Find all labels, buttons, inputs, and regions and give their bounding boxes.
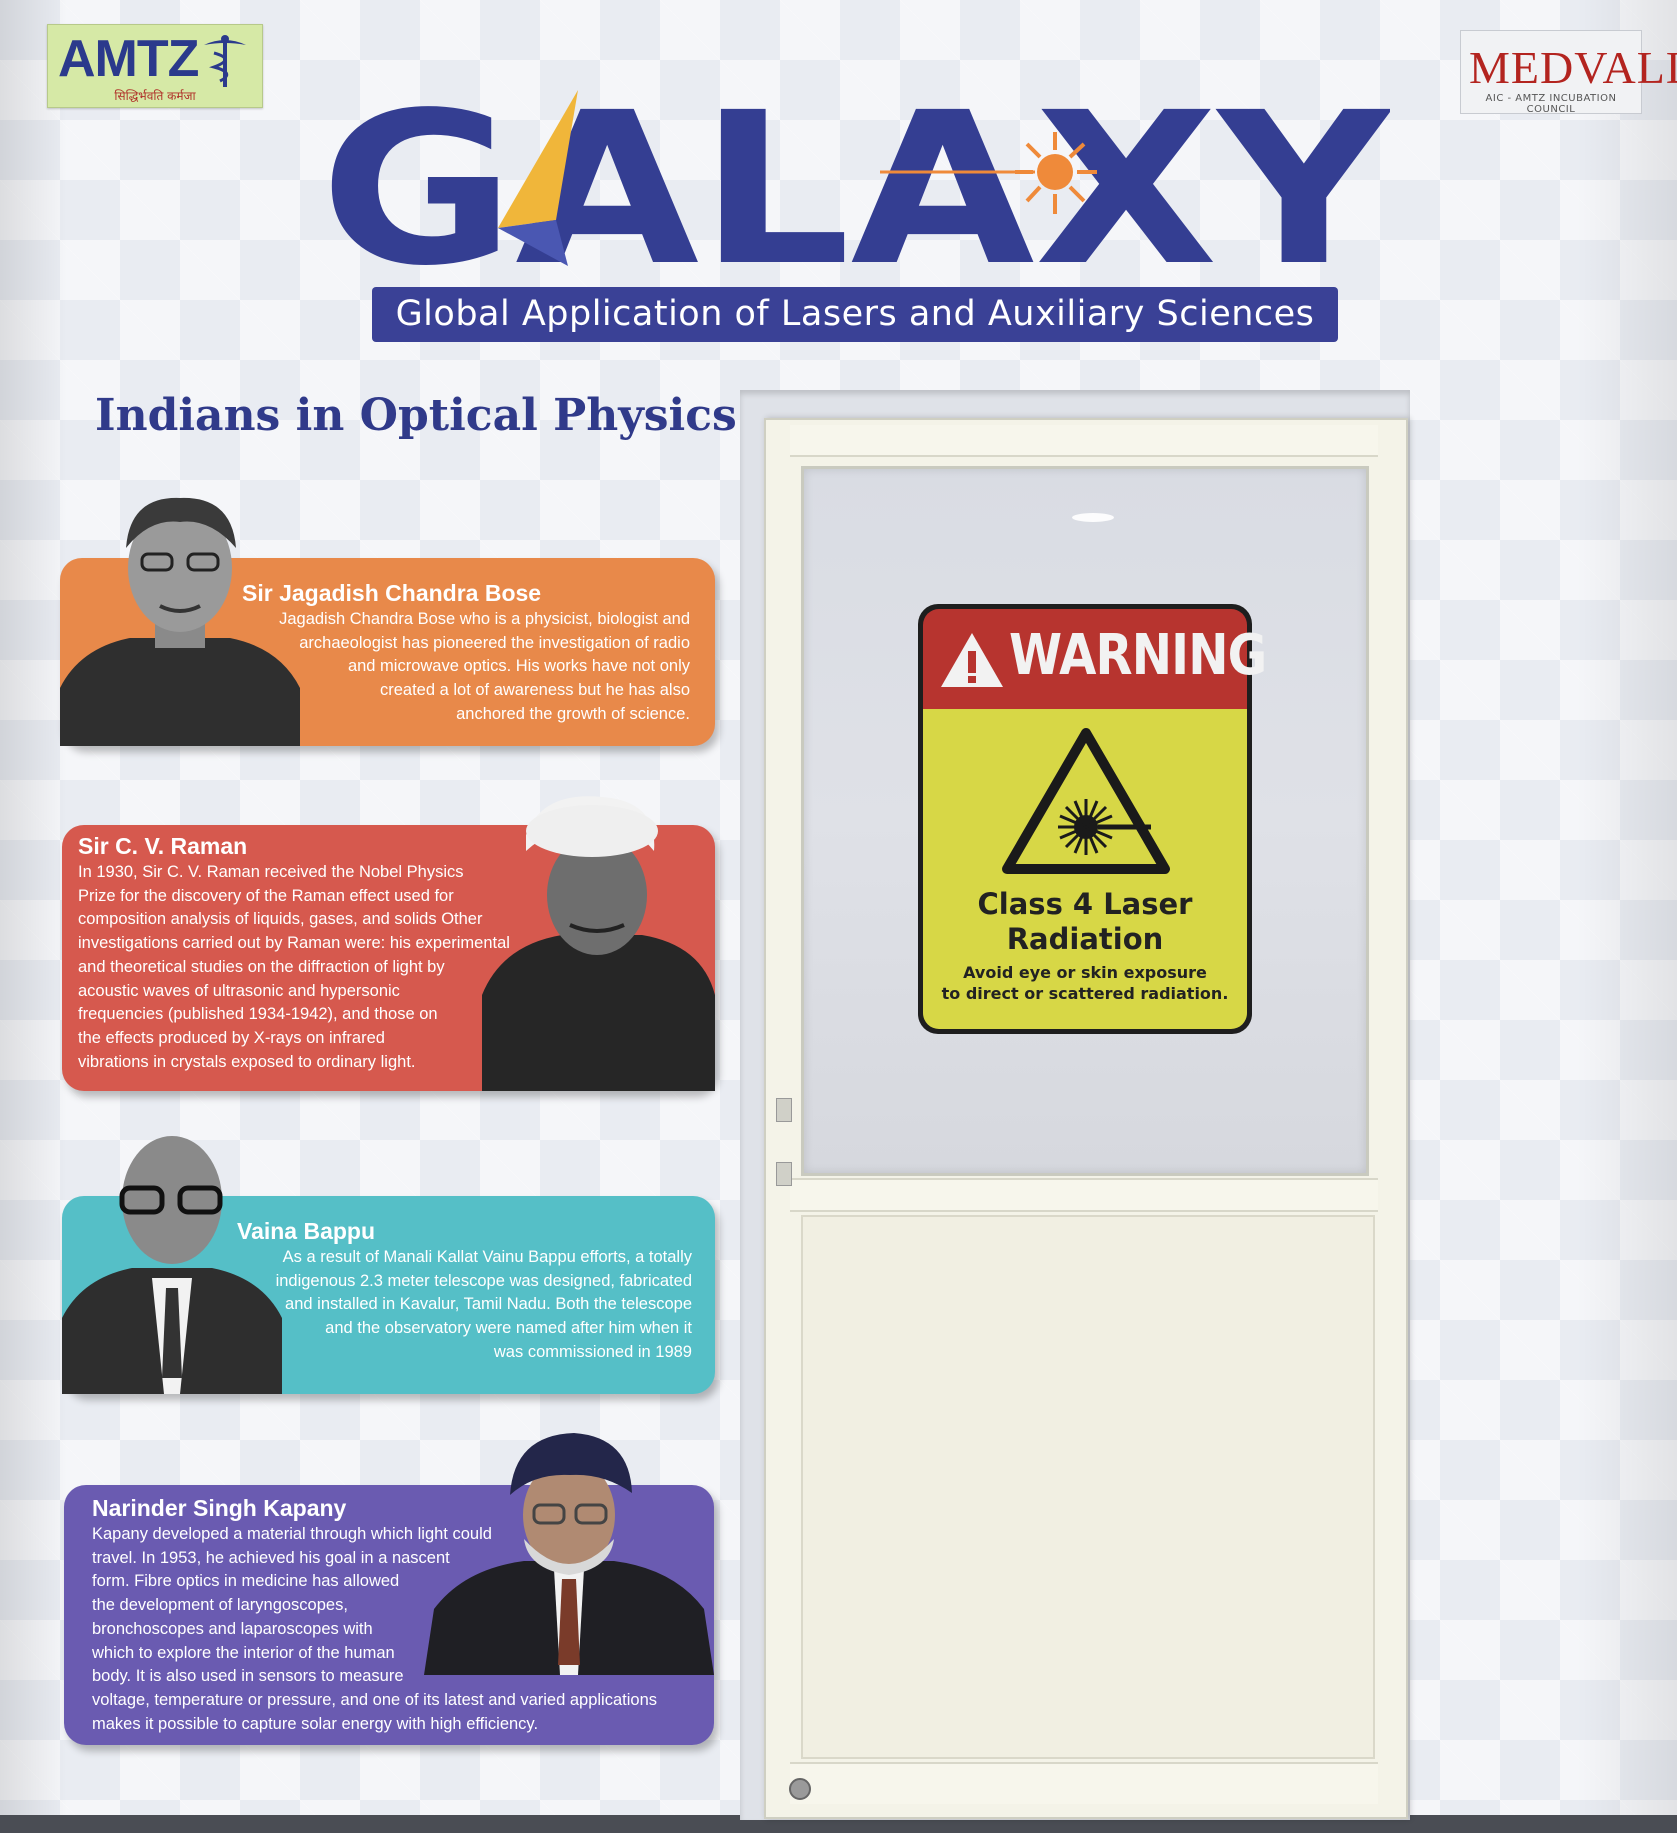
text-line: acoustic waves of ultrasonic and hyperso… xyxy=(78,981,400,1000)
light-reflection xyxy=(1072,513,1114,522)
panel-raman-text: In 1930, Sir C. V. Raman received the No… xyxy=(78,861,518,1074)
panel-bose: Sir Jagadish Chandra Bose Jagadish Chand… xyxy=(60,497,715,746)
text-line: archaeologist has pioneered the investig… xyxy=(299,633,690,652)
text-line: was commissioned in 1989 xyxy=(493,1342,692,1361)
door-lower-panel xyxy=(801,1215,1375,1759)
text-line: Class 4 Laser xyxy=(977,887,1193,921)
panel-raman: Sir C. V. Raman In 1930, Sir C. V. Raman… xyxy=(62,796,715,1091)
warning-header: WARNING xyxy=(923,609,1267,709)
text-line: indigenous 2.3 meter telescope was desig… xyxy=(275,1271,692,1290)
laser-warning-sign: WARNING Class 4 Laser Radiation Avoid ey… xyxy=(918,604,1267,1034)
amtz-logo-name: AMTZ xyxy=(58,30,199,88)
text-line: and microwave optics. His works have not… xyxy=(347,657,690,676)
panel-kapany: Narinder Singh Kapany Kapany developed a… xyxy=(64,1433,714,1745)
galaxy-subtitle: Global Application of Lasers and Auxilia… xyxy=(372,287,1338,342)
door-middle-rail xyxy=(790,1178,1378,1212)
text-line: Avoid eye or skin exposure xyxy=(963,963,1207,982)
text-line: frequencies (published 1934-1942), and t… xyxy=(78,1005,438,1024)
text-line: composition analysis of liquids, gases, … xyxy=(78,910,483,929)
door-top-rail xyxy=(790,425,1378,457)
warning-body: Class 4 Laser Radiation Avoid eye or ski… xyxy=(923,709,1247,1029)
alert-triangle-icon xyxy=(941,633,1003,687)
medvalley-logo-name: MEDVALLEY xyxy=(1469,42,1677,93)
text-line: and theoretical studies on the diffracti… xyxy=(78,957,445,976)
panel-bappu: Vaina Bappu As a result of Manali Kallat… xyxy=(62,1136,715,1394)
medvalley-logo: MEDVALLEY AIC - AMTZ INCUBATION COUNCIL xyxy=(1460,30,1677,115)
text-line: Prize for the discovery of the Raman eff… xyxy=(78,886,454,905)
text-line: to direct or scattered radiation. xyxy=(941,984,1229,1003)
text-line: anchored the growth of science. xyxy=(456,704,690,723)
text-line: In 1930, Sir C. V. Raman received the No… xyxy=(78,863,464,881)
warning-word: WARNING xyxy=(1009,623,1267,688)
panel-bappu-name: Vaina Bappu xyxy=(237,1218,376,1244)
laser-hazard-icon xyxy=(1002,728,1170,874)
laser-class-text: Class 4 Laser Radiation xyxy=(923,887,1247,957)
text-line: Radiation xyxy=(1006,922,1164,956)
text-line: vibrations in crystals exposed to ordina… xyxy=(78,1052,416,1071)
panel-raman-name: Sir C. V. Raman xyxy=(78,833,248,859)
door-hinge xyxy=(776,1098,792,1122)
text-line: and installed in Kavalur, Tamil Nadu. Bo… xyxy=(285,1295,692,1314)
text-line: created a lot of awareness but he has al… xyxy=(379,681,690,700)
amtz-tagline: सिद्धिर्भवति कर्मजा xyxy=(114,89,196,103)
door-hinge xyxy=(776,1162,792,1186)
panel-kapany-name: Narinder Singh Kapany xyxy=(92,1495,347,1521)
galaxy-title: GALAXY xyxy=(320,80,1390,280)
door-lock-icon[interactable] xyxy=(789,1778,811,1800)
medvalley-logo-subtitle: AIC - AMTZ INCUBATION COUNCIL xyxy=(1485,93,1617,115)
text-line: As a result of Manali Kallat Vainu Bappu… xyxy=(282,1248,692,1266)
text-line: investigations carried out by Raman were… xyxy=(78,934,510,953)
text-line: and the observatory were named after him… xyxy=(325,1319,692,1338)
amtz-logo: AMTZ सिद्धिर्भवति कर्मजा xyxy=(47,24,263,108)
text-line: makes it possible to capture solar energ… xyxy=(92,1714,539,1733)
section-title: Indians in Optical Physics xyxy=(95,390,737,441)
portrait-raman xyxy=(482,796,715,1091)
panel-bose-name: Sir Jagadish Chandra Bose xyxy=(242,580,542,606)
laser-exposure-note: Avoid eye or skin exposure to direct or … xyxy=(923,962,1247,1004)
text-line: Jagadish Chandra Bose who is a physicist… xyxy=(279,610,690,628)
panel-bappu-text: As a result of Manali Kallat Vainu Bappu… xyxy=(232,1246,692,1365)
door-bottom-rail xyxy=(790,1762,1378,1804)
text-line: the effects produced by X-rays on infrar… xyxy=(78,1028,385,1047)
text-line: voltage, temperature or pressure, and on… xyxy=(92,1690,657,1709)
caduceus-icon xyxy=(204,35,246,87)
panel-bose-text: Jagadish Chandra Bose who is a physicist… xyxy=(245,608,690,727)
portrait-kapany xyxy=(424,1433,714,1675)
galaxy-title-text: GALAXY xyxy=(320,80,1390,280)
